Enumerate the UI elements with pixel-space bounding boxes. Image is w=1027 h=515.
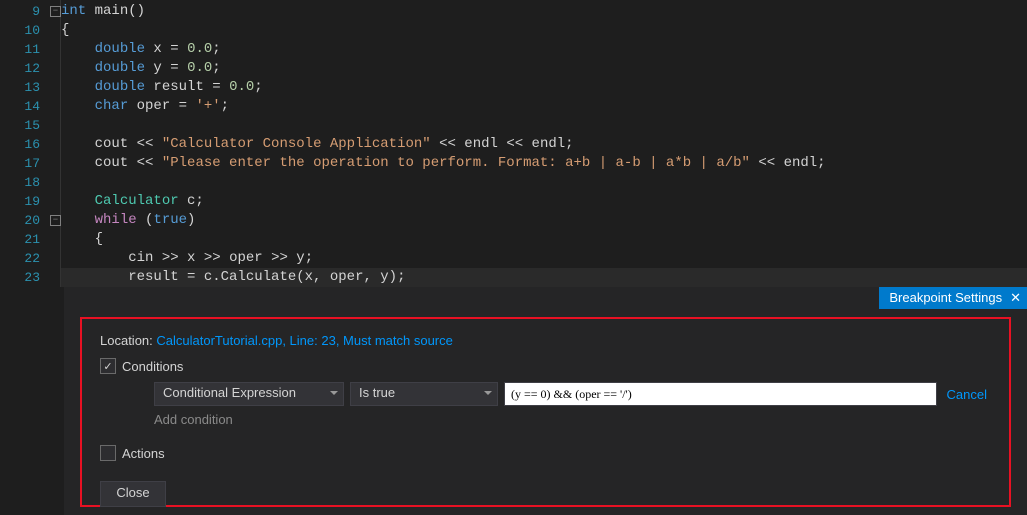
- condition-type-dropdown[interactable]: Conditional Expression: [154, 382, 344, 406]
- actions-row: Actions: [100, 445, 991, 461]
- condition-op-dropdown[interactable]: Is true: [350, 382, 498, 406]
- line-number: 14: [0, 97, 48, 116]
- code-line[interactable]: cout << "Please enter the operation to p…: [61, 154, 1027, 173]
- line-number: 12: [0, 59, 48, 78]
- location-link[interactable]: CalculatorTutorial.cpp, Line: 23, Must m…: [156, 333, 453, 348]
- line-number: 17: [0, 154, 48, 173]
- conditions-row: ✓ Conditions: [100, 358, 991, 374]
- code-line[interactable]: cin >> x >> oper >> y;: [61, 249, 1027, 268]
- condition-type-value: Conditional Expression: [163, 385, 296, 400]
- code-line[interactable]: {: [61, 21, 1027, 40]
- condition-op-value: Is true: [359, 385, 395, 400]
- line-number: 22: [0, 249, 48, 268]
- conditions-checkbox[interactable]: ✓: [100, 358, 116, 374]
- code-line[interactable]: [61, 173, 1027, 192]
- code-line[interactable]: char oper = '+';: [61, 97, 1027, 116]
- line-number-gutter: 91011121314151617181920212223: [0, 0, 48, 287]
- add-condition-link[interactable]: Add condition: [154, 412, 991, 427]
- fold-gutter: −−: [48, 0, 61, 287]
- line-number: 16: [0, 135, 48, 154]
- close-button[interactable]: Close: [100, 481, 166, 507]
- fold-toggle-icon[interactable]: −: [50, 215, 61, 226]
- code-editor: 91011121314151617181920212223 −− int mai…: [0, 0, 1027, 287]
- location-row: Location: CalculatorTutorial.cpp, Line: …: [100, 333, 991, 348]
- line-number: 20: [0, 211, 48, 230]
- code-area[interactable]: int main(){ double x = 0.0; double y = 0…: [61, 0, 1027, 287]
- code-line[interactable]: double x = 0.0;: [61, 40, 1027, 59]
- line-number: 15: [0, 116, 48, 135]
- panel-title: Breakpoint Settings: [889, 287, 1002, 309]
- line-number: 10: [0, 21, 48, 40]
- line-number: 9: [0, 2, 48, 21]
- code-line[interactable]: double result = 0.0;: [61, 78, 1027, 97]
- code-line[interactable]: cout << "Calculator Console Application"…: [61, 135, 1027, 154]
- code-line[interactable]: result = c.Calculate(x, oper, y);: [61, 268, 1027, 287]
- panel-body: Location: CalculatorTutorial.cpp, Line: …: [80, 317, 1011, 507]
- conditions-label: Conditions: [122, 359, 183, 374]
- chevron-down-icon: [484, 391, 492, 395]
- location-label: Location:: [100, 333, 156, 348]
- line-number: 11: [0, 40, 48, 59]
- chevron-down-icon: [330, 391, 338, 395]
- actions-label: Actions: [122, 446, 165, 461]
- code-line[interactable]: int main(): [61, 2, 1027, 21]
- line-number: 13: [0, 78, 48, 97]
- breakpoint-settings-panel: Breakpoint Settings ✕ Location: Calculat…: [64, 287, 1027, 515]
- line-number: 21: [0, 230, 48, 249]
- line-number: 23: [0, 268, 48, 287]
- code-line[interactable]: Calculator c;: [61, 192, 1027, 211]
- line-number: 18: [0, 173, 48, 192]
- code-line[interactable]: while (true): [61, 211, 1027, 230]
- line-number: 19: [0, 192, 48, 211]
- code-line[interactable]: [61, 116, 1027, 135]
- condition-editor-row: Conditional Expression Is true Cancel: [154, 382, 991, 406]
- close-icon[interactable]: ✕: [1010, 287, 1021, 309]
- panel-title-bar: Breakpoint Settings ✕: [879, 287, 1027, 309]
- actions-checkbox[interactable]: [100, 445, 116, 461]
- fold-toggle-icon[interactable]: −: [50, 6, 61, 17]
- condition-expression-input[interactable]: [504, 382, 937, 406]
- cancel-link[interactable]: Cancel: [943, 387, 991, 402]
- code-line[interactable]: {: [61, 230, 1027, 249]
- code-line[interactable]: double y = 0.0;: [61, 59, 1027, 78]
